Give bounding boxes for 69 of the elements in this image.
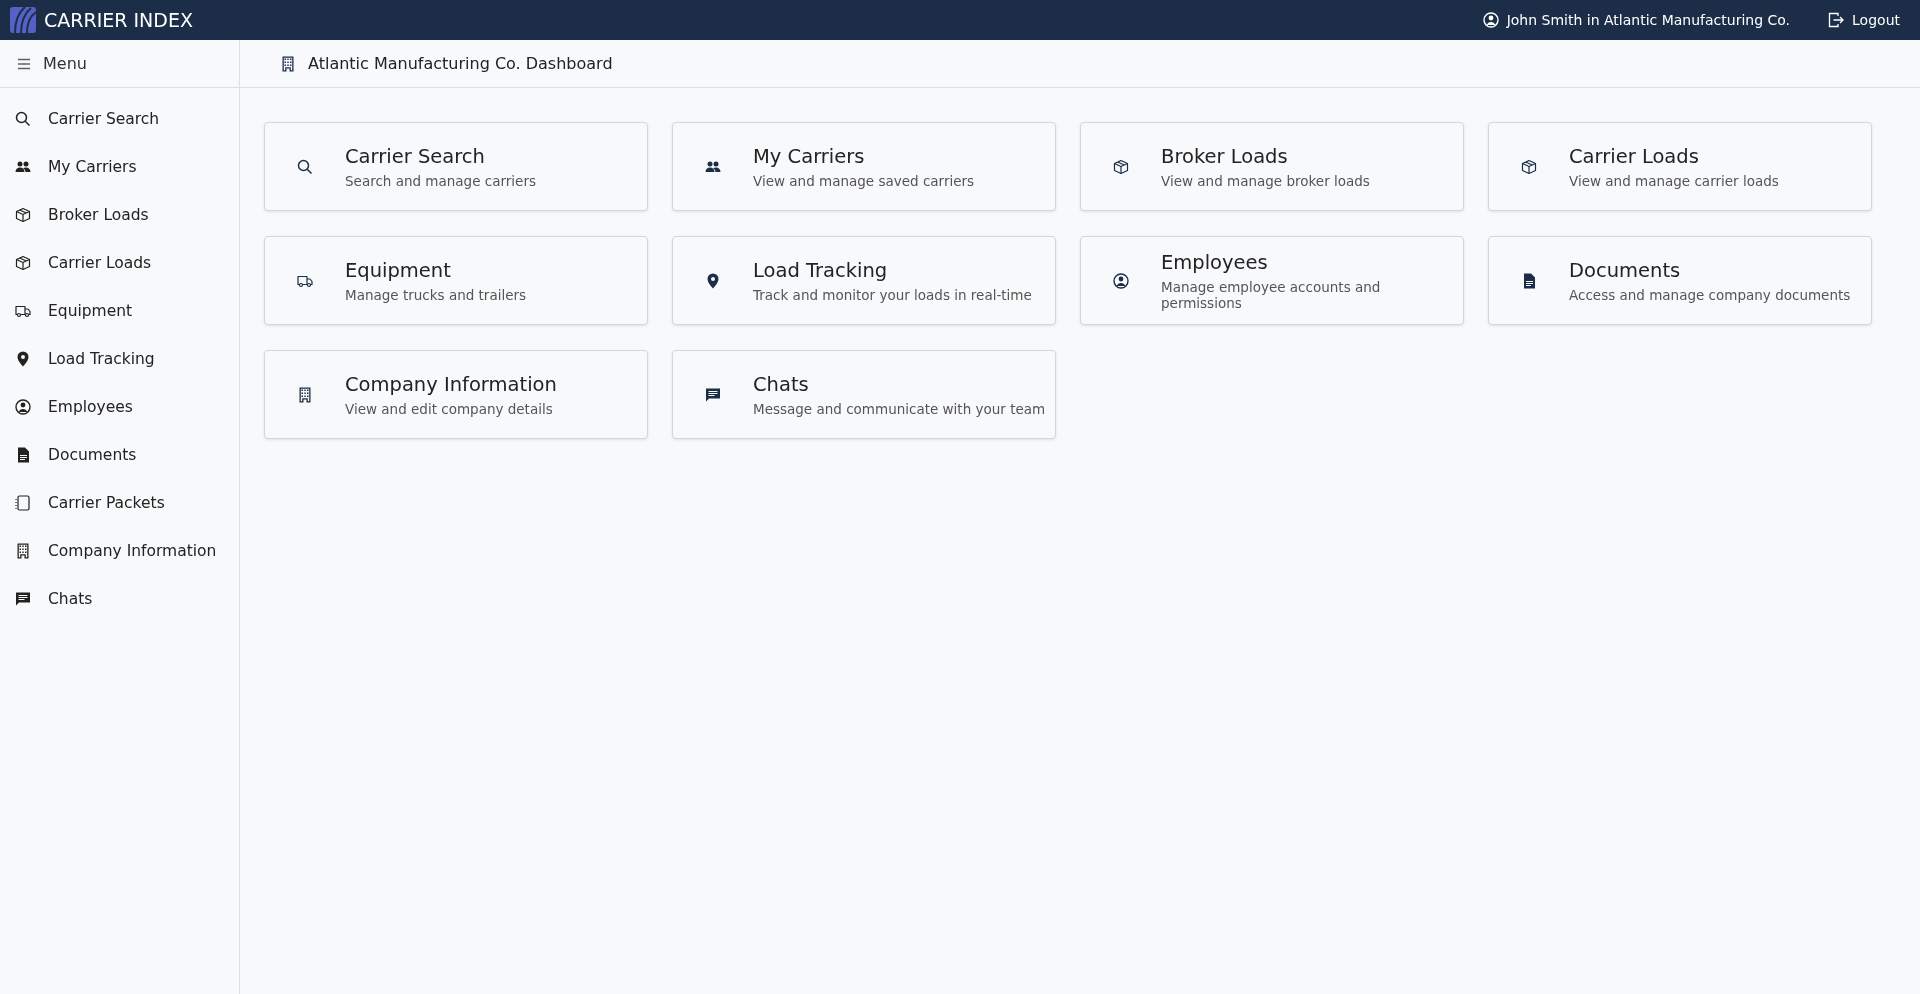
building-icon bbox=[15, 543, 31, 559]
stacked-pages-icon bbox=[15, 495, 31, 511]
brand-name[interactable]: CARRIER INDEX bbox=[44, 9, 193, 31]
card-title: Carrier Search bbox=[345, 144, 486, 168]
dashboard-card[interactable]: Broker Loads View and manage broker loads bbox=[1080, 122, 1464, 211]
sidebar-item[interactable]: Employees bbox=[0, 383, 239, 431]
sidebar-item[interactable]: Carrier Packets bbox=[0, 479, 239, 527]
location-pin-icon bbox=[705, 272, 721, 289]
dashboard-card[interactable]: Employees Manage employee accounts and permissions bbox=[1080, 236, 1464, 325]
dashboard-card[interactable]: Carrier Loads View and manage carrier loads bbox=[1488, 122, 1872, 211]
user-account-label: John Smith in Atlantic Manufacturing Co. bbox=[1506, 12, 1791, 28]
card-description: Manage employee accounts and permissions bbox=[1161, 278, 1382, 311]
dashboard-card[interactable]: Company Information View and edit company details bbox=[264, 350, 648, 439]
card-description: Search and manage carriers bbox=[345, 172, 536, 189]
card-title: My Carriers bbox=[753, 144, 866, 168]
box-icon bbox=[1113, 158, 1129, 175]
building-icon bbox=[280, 55, 296, 72]
building-icon bbox=[297, 386, 313, 403]
card-title: Load Tracking bbox=[753, 258, 889, 282]
dashboard-card[interactable]: Equipment Manage trucks and trailers bbox=[264, 236, 648, 325]
person-circle-icon bbox=[15, 399, 31, 415]
card-description: Track and monitor your loads in real-time bbox=[753, 286, 1032, 303]
sidebar-item[interactable]: Documents bbox=[0, 431, 239, 479]
card-description: View and edit company details bbox=[345, 400, 554, 417]
card-title: Equipment bbox=[345, 258, 452, 282]
sidebar-item[interactable]: Equipment bbox=[0, 287, 239, 335]
sidebar-item[interactable]: Broker Loads bbox=[0, 191, 239, 239]
dashboard-card[interactable]: Documents Access and manage company documents bbox=[1488, 236, 1872, 325]
logo-icon bbox=[10, 7, 36, 33]
user-icon bbox=[1482, 12, 1499, 28]
person-circle-icon bbox=[1113, 272, 1129, 289]
box-icon bbox=[15, 255, 31, 271]
page-title: Atlantic Manufacturing Co. Dashboard bbox=[308, 54, 613, 73]
truck-icon bbox=[15, 303, 31, 319]
card-description: View and manage broker loads bbox=[1161, 172, 1370, 189]
document-icon bbox=[1521, 272, 1537, 289]
logout-icon bbox=[1828, 12, 1845, 28]
card-title: Broker Loads bbox=[1161, 144, 1289, 168]
dashboard-card[interactable]: Carrier Search Search and manage carriers bbox=[264, 122, 648, 211]
document-icon bbox=[15, 447, 31, 463]
card-title: Employees bbox=[1161, 250, 1269, 274]
sidebar-item[interactable]: Chats bbox=[0, 575, 239, 623]
box-icon bbox=[15, 207, 31, 223]
search-icon bbox=[15, 111, 31, 127]
card-description: Message and communicate with your team bbox=[753, 400, 1046, 417]
card-title: Company Information bbox=[345, 372, 557, 396]
sidebar-item[interactable]: My Carriers bbox=[0, 143, 239, 191]
menu-toggle[interactable]: Menu bbox=[43, 54, 87, 73]
card-description: Manage trucks and trailers bbox=[345, 286, 527, 303]
card-description: View and manage carrier loads bbox=[1569, 172, 1779, 189]
chat-icon bbox=[15, 591, 31, 607]
people-icon bbox=[15, 159, 31, 175]
dashboard-card[interactable]: Chats Message and communicate with your team bbox=[672, 350, 1056, 439]
sidebar-item[interactable]: Carrier Search bbox=[0, 95, 239, 143]
dashboard-card[interactable]: Load Tracking Track and monitor your loads in real-time bbox=[672, 236, 1056, 325]
search-icon bbox=[297, 158, 313, 175]
chat-icon bbox=[705, 386, 721, 403]
logout-link[interactable]: Logout bbox=[1852, 12, 1900, 28]
card-description: Access and manage company documents bbox=[1569, 286, 1851, 303]
card-title: Chats bbox=[753, 372, 810, 396]
box-icon bbox=[1521, 158, 1537, 175]
card-title: Carrier Loads bbox=[1569, 144, 1700, 168]
dashboard-card[interactable]: My Carriers View and manage saved carriers bbox=[672, 122, 1056, 211]
sidebar-item[interactable]: Carrier Loads bbox=[0, 239, 239, 287]
sidebar-item[interactable]: Load Tracking bbox=[0, 335, 239, 383]
card-description: View and manage saved carriers bbox=[753, 172, 975, 189]
sidebar-item[interactable]: Company Information bbox=[0, 527, 239, 575]
card-title: Documents bbox=[1569, 258, 1682, 282]
location-pin-icon bbox=[15, 351, 31, 367]
